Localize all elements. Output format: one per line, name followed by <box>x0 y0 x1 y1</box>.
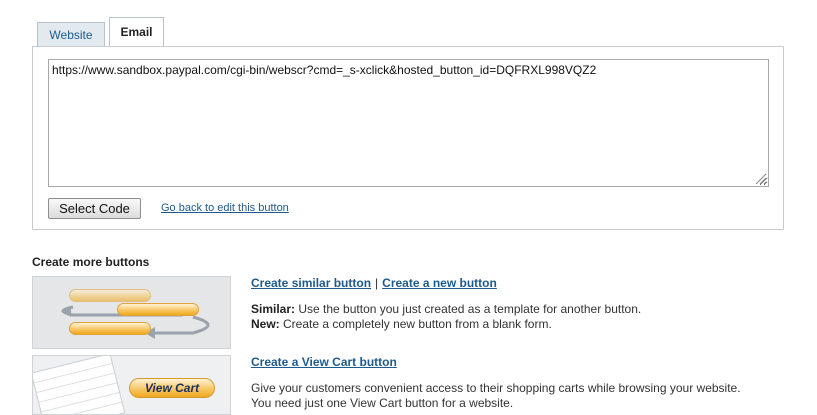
similar-button-thumbnail <box>32 276 231 349</box>
pill-shape <box>69 289 151 302</box>
create-similar-button-link[interactable]: Create similar button <box>251 276 371 290</box>
tab-email[interactable]: Email <box>109 17 164 47</box>
view-cart-link-row: Create a View Cart button <box>251 355 397 369</box>
new-desc: Create a completely new button from a bl… <box>283 317 552 331</box>
view-cart-description-2: You need just one View Cart button for a… <box>251 396 514 410</box>
pill-shape <box>117 303 199 316</box>
resize-grip-icon[interactable] <box>754 172 767 185</box>
view-cart-description-1: Give your customers convenient access to… <box>251 381 741 395</box>
similar-description: Similar: Use the button you just created… <box>251 302 641 317</box>
new-term: New: <box>251 317 280 331</box>
select-code-button[interactable]: Select Code <box>48 198 141 219</box>
new-description: New: Create a completely new button from… <box>251 317 552 332</box>
cart-table-image <box>33 356 126 414</box>
create-view-cart-button-link[interactable]: Create a View Cart button <box>251 355 397 369</box>
create-links-row: Create similar button | Create a new butto… <box>251 276 497 290</box>
create-more-heading: Create more buttons <box>32 255 150 269</box>
similar-term: Similar: <box>251 302 296 316</box>
create-new-button-link[interactable]: Create a new button <box>382 276 497 290</box>
tab-website[interactable]: Website <box>37 22 105 46</box>
code-textarea[interactable]: https://www.sandbox.paypal.com/cgi-bin/w… <box>48 59 769 187</box>
similar-desc: Use the button you just created as a tem… <box>298 302 642 316</box>
view-cart-thumbnail: View Cart <box>32 355 231 415</box>
view-cart-image-button: View Cart <box>129 378 215 398</box>
link-separator: | <box>375 276 379 290</box>
pill-shape <box>69 322 151 335</box>
back-to-edit-link[interactable]: Go back to edit this button <box>161 202 289 214</box>
